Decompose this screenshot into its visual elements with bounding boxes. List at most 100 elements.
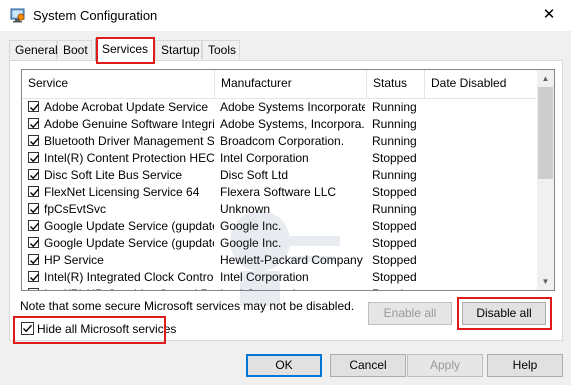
cell-date-disabled — [430, 201, 535, 218]
checkmark-icon — [30, 222, 40, 231]
enable-all-button[interactable]: Enable all — [368, 302, 452, 325]
cell-service: FlexNet Licensing Service 64 — [44, 185, 200, 199]
service-checkbox[interactable] — [28, 271, 40, 282]
service-checkbox[interactable] — [28, 118, 40, 129]
cell-date-disabled — [430, 133, 535, 150]
cell-status: Stopped — [372, 253, 417, 267]
vertical-scrollbar[interactable]: ▲ ▼ — [537, 70, 554, 290]
checkmark-icon — [23, 324, 33, 333]
list-header: Service Manufacturer Status Date Disable… — [22, 70, 538, 99]
service-checkbox[interactable] — [28, 220, 40, 231]
window-title: System Configuration — [33, 8, 158, 23]
cell-service: Intel(R) Integrated Clock Contro... — [44, 270, 214, 284]
cell-manufacturer: Broadcom Corporation. — [220, 134, 345, 148]
tab-general[interactable]: General — [9, 40, 58, 59]
cell-service: Bluetooth Driver Management S... — [44, 134, 214, 148]
cell-manufacturer: Flexera Software LLC — [220, 185, 337, 199]
system-configuration-icon — [10, 8, 25, 23]
cell-date-disabled — [430, 116, 535, 133]
checkmark-icon — [30, 154, 40, 163]
service-checkbox[interactable] — [28, 152, 40, 163]
column-header-status[interactable]: Status — [367, 70, 425, 98]
column-header-date-disabled[interactable]: Date Disabled — [425, 70, 538, 98]
scroll-down-icon[interactable]: ▼ — [537, 273, 554, 290]
cell-status: Running — [372, 286, 427, 290]
checkmark-icon — [30, 256, 40, 265]
cell-date-disabled — [430, 184, 535, 201]
service-checkbox[interactable] — [28, 135, 40, 146]
secure-services-note: Note that some secure Microsoft services… — [20, 299, 355, 313]
cell-service: Google Update Service (gupdatem) — [44, 236, 214, 250]
title-bar: System Configuration ✕ — [0, 0, 571, 31]
hide-microsoft-services-label[interactable]: Hide all Microsoft services — [37, 322, 176, 336]
service-checkbox[interactable] — [28, 254, 40, 265]
cell-status: Running — [372, 100, 417, 114]
table-row[interactable]: Intel(R) Content Protection HEC... Intel … — [22, 150, 538, 167]
table-row[interactable]: Bluetooth Driver Management S... Broadcom… — [22, 133, 538, 150]
tab-startup[interactable]: Startup — [155, 40, 202, 59]
checkmark-icon — [30, 171, 40, 180]
checkmark-icon — [29, 289, 40, 291]
service-checkbox[interactable] — [28, 101, 40, 112]
cell-date-disabled — [430, 286, 535, 290]
table-row[interactable]: Adobe Acrobat Update Service Adobe System… — [22, 99, 538, 116]
service-checkbox[interactable] — [28, 169, 40, 180]
checkmark-icon — [30, 120, 40, 129]
cell-manufacturer: Disc Soft Ltd — [220, 168, 289, 182]
cell-status: Stopped — [372, 185, 417, 199]
cell-status: Stopped — [372, 270, 417, 284]
cell-service: Adobe Genuine Software Integri... — [44, 117, 214, 131]
cell-status: Stopped — [372, 151, 417, 165]
cell-manufacturer: Adobe Systems, Incorpora... — [220, 117, 365, 131]
cell-status: Running — [372, 134, 417, 148]
ok-button[interactable]: OK — [246, 354, 322, 377]
cell-service: Adobe Acrobat Update Service — [44, 100, 209, 114]
cell-date-disabled — [430, 99, 535, 116]
scroll-thumb[interactable] — [538, 87, 553, 179]
cell-service: Intel(R) Content Protection HEC... — [44, 151, 214, 165]
help-button[interactable]: Help — [487, 354, 563, 377]
cell-status: Stopped — [372, 219, 417, 233]
service-checkbox[interactable] — [28, 203, 40, 214]
table-row[interactable]: Adobe Genuine Software Integri... Adobe S… — [22, 116, 538, 133]
table-row[interactable]: Disc Soft Lite Bus Service Disc Soft Ltd R… — [22, 167, 538, 184]
cell-date-disabled — [430, 150, 535, 167]
checkmark-icon — [30, 137, 40, 146]
cell-service: Intel(R) HD Graphics Control Pa... — [44, 286, 214, 290]
apply-button[interactable]: Apply — [407, 354, 483, 377]
checkmark-icon — [30, 273, 40, 282]
cell-date-disabled — [430, 235, 535, 252]
cell-status: Running — [372, 168, 417, 182]
cell-date-disabled — [430, 252, 535, 269]
cell-manufacturer: Intel Corporation — [220, 151, 309, 165]
cancel-button[interactable]: Cancel — [330, 354, 406, 377]
column-header-manufacturer[interactable]: Manufacturer — [215, 70, 367, 98]
checkmark-icon — [30, 188, 40, 197]
scroll-up-icon[interactable]: ▲ — [537, 70, 554, 87]
checkmark-icon — [30, 205, 40, 214]
disable-all-button[interactable]: Disable all — [462, 302, 546, 325]
table-row[interactable]: FlexNet Licensing Service 64 Flexera Soft… — [22, 184, 538, 201]
cell-date-disabled — [430, 218, 535, 235]
column-header-service[interactable]: Service — [22, 70, 215, 98]
service-checkbox[interactable] — [28, 237, 40, 248]
cell-date-disabled — [430, 269, 535, 286]
hide-microsoft-services-checkbox[interactable] — [21, 322, 34, 335]
close-icon[interactable]: ✕ — [537, 4, 561, 26]
appuals-watermark-icon — [230, 211, 340, 306]
cell-service: HP Service — [44, 253, 104, 267]
tab-tools[interactable]: Tools — [202, 40, 240, 59]
checkmark-icon — [30, 239, 40, 248]
cell-service: Google Update Service (gupdate) — [44, 219, 214, 233]
cell-service: Disc Soft Lite Bus Service — [44, 168, 183, 182]
cell-status: Stopped — [372, 236, 417, 250]
checkmark-icon — [30, 103, 40, 112]
tab-boot[interactable]: Boot — [57, 40, 92, 59]
cell-service: fpCsEvtSvc — [44, 202, 107, 216]
service-checkbox[interactable] — [28, 288, 40, 291]
cell-status: Running — [372, 202, 417, 216]
cell-status: Running — [372, 117, 417, 131]
service-checkbox[interactable] — [28, 186, 40, 197]
cell-manufacturer: Adobe Systems Incorporated — [220, 100, 365, 114]
tab-services[interactable]: Services — [95, 38, 155, 61]
